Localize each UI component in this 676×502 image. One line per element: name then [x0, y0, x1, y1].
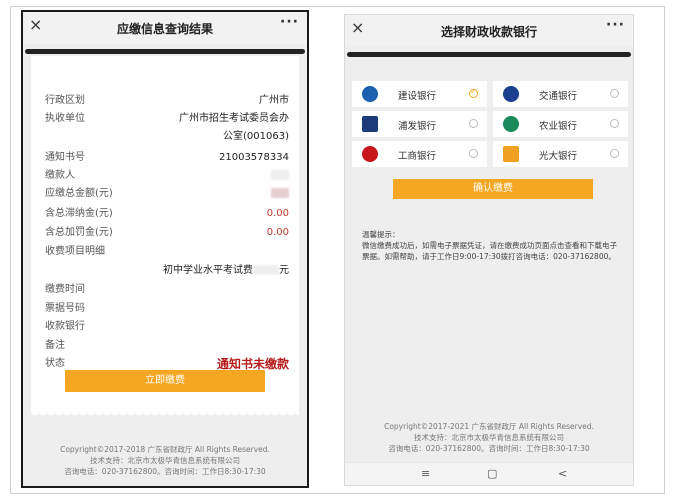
- ceb-logo-icon: [503, 146, 519, 162]
- tips-text: 微信缴费成功后，如需电子票据凭证，请在缴费成功页面点击查看和下载电子票据。如需帮…: [362, 241, 617, 261]
- row-label: 含总加罚金(元): [45, 227, 113, 238]
- page-title: 选择财政收款银行: [440, 25, 537, 39]
- tips-section: 温馨提示： 微信缴费成功后，如需电子票据凭证，请在缴费成功页面点击查看和下载电子…: [362, 229, 624, 262]
- row-label: 缴款人: [45, 170, 75, 181]
- bank-option-ceb[interactable]: 光大银行: [493, 141, 628, 167]
- top-bar: × 选择财政收款银行 ···: [345, 15, 633, 47]
- radio-icon[interactable]: [610, 149, 619, 158]
- contact-text: 咨询电话：020-37162800。咨询时间：工作日8:30-17:30: [388, 444, 590, 453]
- row-label: 含总滞纳金(元): [45, 208, 113, 219]
- bank-name: 工商银行: [398, 151, 437, 162]
- menu-icon[interactable]: ≡: [421, 467, 430, 480]
- tech-support-text: 技术支持：北京市太极华青信息系统有限公司: [414, 433, 564, 442]
- row-label: 票据号码: [45, 303, 85, 314]
- radio-icon[interactable]: [469, 119, 478, 128]
- bank-name: 农业银行: [539, 121, 578, 132]
- ccb-logo-icon: [362, 86, 378, 102]
- row-label: 收费项目明细: [45, 246, 105, 257]
- bocom-logo-icon: [503, 86, 519, 102]
- fee-item-name: 初中学业水平考试费: [163, 265, 253, 276]
- tips-title: 温馨提示：: [362, 230, 400, 239]
- row-value: 21003578334: [219, 152, 289, 163]
- row-value: 0.00: [266, 208, 289, 219]
- row-label: 状态: [45, 358, 65, 369]
- copyright-text: Copyright©2017-2021 广东省财政厅 All Rights Re…: [384, 422, 594, 431]
- row-value: 公室(001063): [223, 131, 289, 142]
- confirm-payment-button[interactable]: 确认缴费: [393, 179, 593, 199]
- icbc-logo-icon: [362, 146, 378, 162]
- bank-name: 浦发银行: [398, 121, 437, 132]
- row-label: 执收单位: [45, 113, 85, 124]
- home-icon[interactable]: ▢: [487, 467, 497, 480]
- row-label: 缴费时间: [45, 284, 85, 295]
- receipt-slot: [347, 52, 631, 57]
- bank-option-icbc[interactable]: 工商银行: [352, 141, 487, 167]
- footer: Copyright©2017-2021 广东省财政厅 All Rights Re…: [345, 421, 633, 454]
- bank-option-spdb[interactable]: 浦发银行: [352, 111, 487, 137]
- footer: Copyright©2017-2018 广东省财政厅 All Rights Re…: [23, 444, 307, 477]
- more-icon[interactable]: ···: [280, 14, 299, 30]
- more-icon[interactable]: ···: [606, 17, 625, 33]
- redacted-value: [271, 187, 289, 201]
- radio-icon[interactable]: [469, 149, 478, 158]
- top-bar: × 应缴信息查询结果 ···: [23, 12, 307, 44]
- status-badge: 通知书未缴款: [216, 357, 289, 371]
- receipt-slot: [25, 49, 305, 54]
- pay-now-button[interactable]: 立即缴费: [65, 370, 265, 392]
- radio-icon[interactable]: [610, 89, 619, 98]
- radio-checked-icon[interactable]: [469, 87, 478, 98]
- row-label: 收款银行: [45, 321, 85, 332]
- fee-item: 初中学业水平考试费 元: [163, 264, 289, 278]
- payment-query-result-screen: × 应缴信息查询结果 ··· 行政区划 广州市 执收单位 广州市招生考试委员会办…: [21, 10, 309, 488]
- bank-name: 建设银行: [398, 91, 437, 102]
- radio-icon[interactable]: [610, 119, 619, 128]
- fee-unit: 元: [279, 265, 289, 276]
- row-label: 行政区划: [45, 95, 85, 106]
- row-label: 备注: [45, 340, 65, 351]
- bank-option-ccb[interactable]: 建设银行: [352, 81, 487, 107]
- bank-option-abc[interactable]: 农业银行: [493, 111, 628, 137]
- back-icon[interactable]: <: [558, 467, 567, 480]
- bank-option-bocom[interactable]: 交通银行: [493, 81, 628, 107]
- row-label: 应缴总金额(元): [45, 188, 113, 199]
- page-title: 应缴信息查询结果: [116, 22, 213, 36]
- bank-name: 光大银行: [539, 151, 578, 162]
- bank-name: 交通银行: [539, 91, 578, 102]
- row-value: 0.00: [266, 227, 289, 238]
- copyright-text: Copyright©2017-2018 广东省财政厅 All Rights Re…: [60, 445, 270, 454]
- abc-logo-icon: [503, 116, 519, 132]
- redacted-value: [271, 169, 289, 183]
- receipt-card: 行政区划 广州市 执收单位 广州市招生考试委员会办 公室(001063) 通知书…: [31, 56, 299, 417]
- row-value: 广州市招生考试委员会办: [179, 113, 289, 124]
- tech-support-text: 技术支持：北京市太极华青信息系统有限公司: [90, 456, 240, 465]
- spdb-logo-icon: [362, 116, 378, 132]
- contact-text: 咨询电话：020-37162800。咨询时间：工作日8:30-17:30: [64, 467, 266, 476]
- row-value: 广州市: [259, 95, 289, 106]
- select-bank-screen: × 选择财政收款银行 ··· 建设银行 交通银行 浦发银行 农业银行 工商银行: [344, 14, 634, 486]
- android-nav-bar: ≡ ▢ <: [345, 462, 633, 485]
- row-label: 通知书号: [45, 152, 85, 163]
